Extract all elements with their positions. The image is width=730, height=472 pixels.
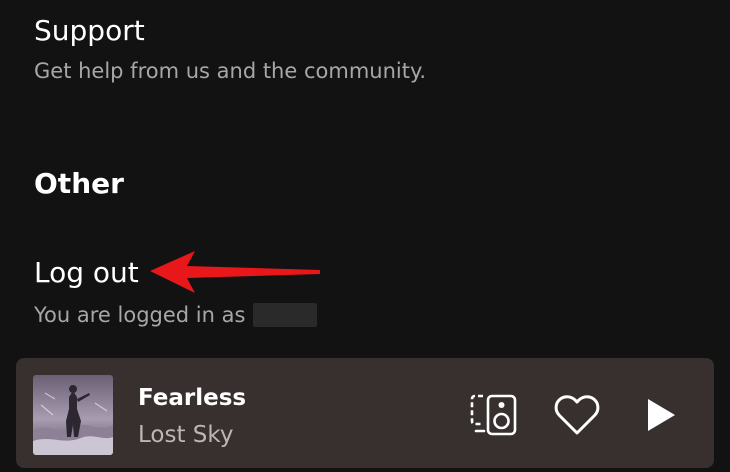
play-button[interactable]: [634, 392, 686, 438]
section-heading-other: Other: [34, 167, 124, 200]
support-row[interactable]: Support Get help from us and the communi…: [34, 14, 710, 85]
annotation-arrow-icon: [150, 251, 320, 293]
logout-title: Log out: [34, 256, 139, 289]
album-art[interactable]: [33, 375, 113, 455]
logout-row[interactable]: Log out You are logged in as: [34, 256, 710, 329]
devices-icon: [470, 394, 517, 436]
track-title[interactable]: Fearless: [138, 383, 246, 413]
redacted-username: [253, 303, 318, 327]
support-subtitle: Get help from us and the community.: [34, 59, 427, 83]
track-artist[interactable]: Lost Sky: [138, 420, 234, 450]
like-button[interactable]: [551, 392, 603, 438]
logged-in-as-label: You are logged in as: [34, 303, 246, 327]
devices-button[interactable]: [468, 392, 520, 438]
heart-icon: [554, 395, 600, 435]
settings-screen: Support Get help from us and the communi…: [0, 0, 730, 472]
logged-in-as-text: You are logged in as: [34, 301, 710, 329]
now-playing-bar[interactable]: Fearless Lost Sky: [16, 358, 714, 468]
play-icon: [648, 399, 675, 431]
support-title: Support: [34, 14, 145, 47]
